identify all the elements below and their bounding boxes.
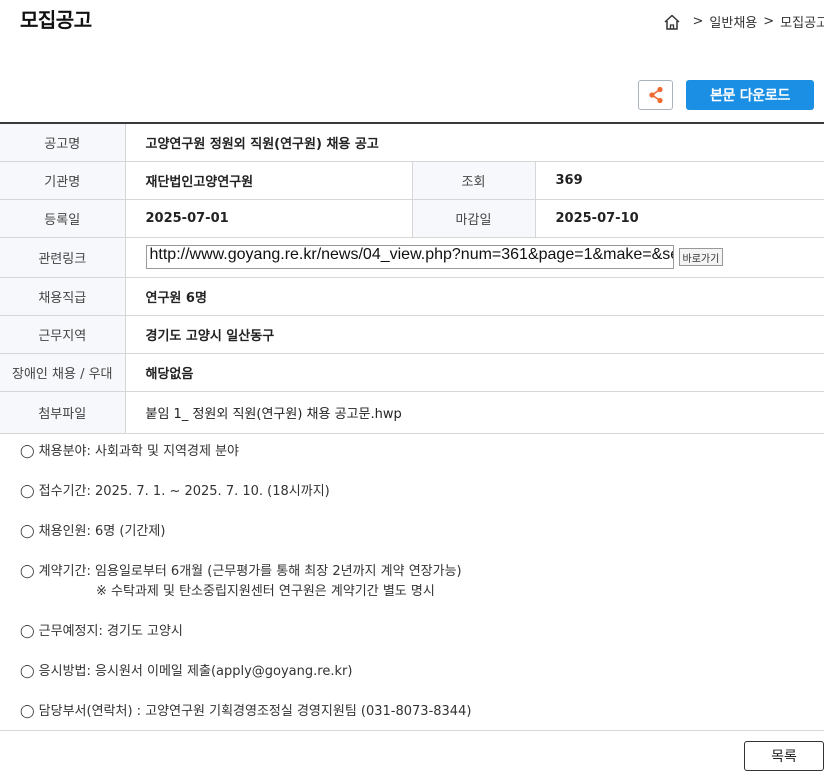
region-value: 경기도 고양시 일산동구 — [125, 315, 824, 354]
table-row: 등록일 2025-07-01 마감일 2025-07-10 — [0, 199, 824, 238]
breadcrumb-item-recruit[interactable]: 일반채용 — [709, 12, 757, 31]
breadcrumb-item-notice[interactable]: 모집공고 — [780, 12, 824, 31]
region-label: 근무지역 — [0, 315, 126, 354]
list-button[interactable]: 목록 — [744, 741, 824, 771]
table-row: 근무지역 경기도 고양시 일산동구 — [0, 315, 824, 354]
org-label: 기관명 — [0, 161, 126, 200]
body-line-contact: ◯ 담당부서(연락처) : 고양연구원 기획경영조정실 경영지원팀 (031-8… — [20, 704, 472, 719]
attachment-label: 첨부파일 — [0, 391, 126, 434]
body-line-headcount: ◯ 채용인원: 6명 (기간제) — [20, 524, 166, 539]
download-body-button[interactable]: 본문 다운로드 — [686, 80, 814, 110]
title-label: 공고명 — [0, 123, 126, 162]
reg-date-label: 등록일 — [0, 199, 126, 238]
breadcrumb-separator: > — [763, 14, 775, 29]
go-link-button[interactable]: 바로가기 — [678, 248, 724, 266]
body-line-workplace: ◯ 근무예정지: 경기도 고양시 — [20, 624, 183, 639]
table-row: 채용직급 연구원 6명 — [0, 277, 824, 316]
attachment-file-link[interactable]: 붙임 1_ 정원외 직원(연구원) 채용 공고문.hwp — [125, 391, 824, 434]
deadline-value: 2025-07-10 — [535, 199, 824, 238]
table-row: 장애인 채용 / 우대 해당없음 — [0, 353, 824, 392]
disabled-hire-value: 해당없음 — [125, 353, 824, 392]
disabled-hire-label: 장애인 채용 / 우대 — [0, 353, 126, 392]
body-line-period: ◯ 접수기간: 2025. 7. 1. ~ 2025. 7. 10. (18시까… — [20, 484, 330, 499]
table-row: 공고명 고양연구원 정원외 직원(연구원) 채용 공고 — [0, 123, 824, 162]
deadline-label: 마감일 — [411, 199, 536, 238]
views-value: 369 — [535, 161, 824, 200]
home-icon[interactable] — [663, 13, 681, 31]
breadcrumb: > 일반채용 > 모집공고 — [663, 12, 824, 31]
body-line-contract-note: ※ 수탁과제 및 탄소중립지원센터 연구원은 계약기간 별도 명시 — [96, 584, 435, 599]
notice-info-table: 공고명 고양연구원 정원외 직원(연구원) 채용 공고 기관명 재단법인고양연구… — [0, 122, 824, 434]
table-row: 관련링크 http://www.goyang.re.kr/news/04_vie… — [0, 237, 824, 278]
related-link-row: http://www.goyang.re.kr/news/04_view.php… — [145, 245, 805, 269]
share-icon — [648, 86, 663, 104]
link-label: 관련링크 — [0, 237, 126, 278]
org-value: 재단법인고양연구원 — [125, 161, 412, 200]
breadcrumb-separator: > — [692, 14, 704, 29]
position-value: 연구원 6명 — [125, 277, 824, 316]
body-line-contract: ◯ 계약기간: 임용일로부터 6개월 (근무평가를 통해 최장 2년까지 계약 … — [20, 564, 462, 579]
share-button[interactable] — [638, 80, 673, 110]
page-title: 모집공고 — [20, 8, 92, 32]
position-label: 채용직급 — [0, 277, 126, 316]
body-line-apply-method: ◯ 응시방법: 응시원서 이메일 제출(apply@goyang.re.kr) — [20, 664, 353, 679]
title-value: 고양연구원 정원외 직원(연구원) 채용 공고 — [125, 123, 824, 162]
reg-date-value: 2025-07-01 — [125, 199, 412, 238]
table-row: 첨부파일 붙임 1_ 정원외 직원(연구원) 채용 공고문.hwp — [0, 391, 824, 434]
notice-body: ◯ 채용분야: 사회과학 및 지역경제 분야 ◯ 접수기간: 2025. 7. … — [20, 442, 471, 722]
related-link-field[interactable]: http://www.goyang.re.kr/news/04_view.php… — [145, 245, 674, 269]
views-label: 조회 — [411, 161, 536, 200]
table-row: 기관명 재단법인고양연구원 조회 369 — [0, 161, 824, 200]
body-line-field: ◯ 채용분야: 사회과학 및 지역경제 분야 — [20, 444, 239, 459]
divider — [0, 730, 824, 731]
